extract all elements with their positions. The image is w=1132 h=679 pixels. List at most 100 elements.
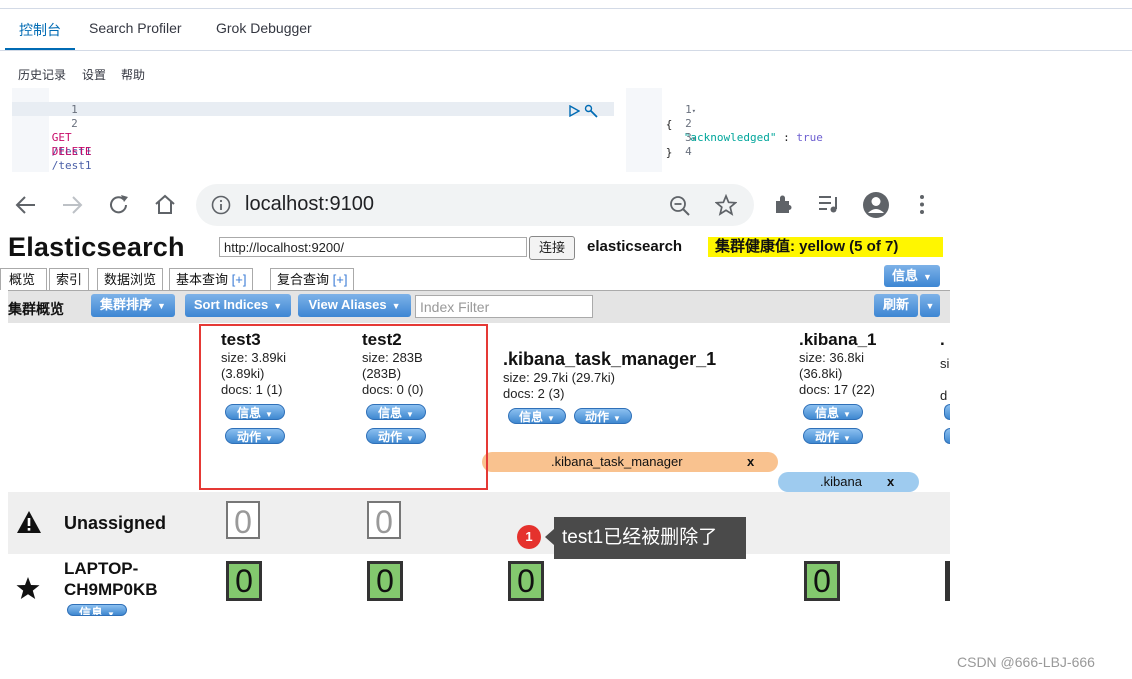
unassigned-row: Unassigned 0 0 [8,492,950,554]
caret-down-icon: ▼ [613,414,621,423]
json-key: "acknowledged" [683,131,777,144]
tab-label: 基本查询 [176,272,229,287]
bookmark-star-icon[interactable] [715,194,737,216]
index-info-button[interactable]: 信息 ▼ [803,404,863,420]
node-info-button[interactable]: 信息 ▼ [67,604,127,616]
unassigned-label: Unassigned [64,513,167,533]
assigned-shard-cutoff[interactable] [945,561,950,601]
menu-help[interactable]: 帮助 [121,66,145,83]
zoom-out-icon[interactable] [669,195,691,217]
master-node-star-icon [16,577,40,599]
index-filter-input[interactable]: Index Filter [415,295,593,318]
alias-remove-icon[interactable]: x [887,472,894,492]
index-action-button[interactable]: 动作 ▼ [574,408,632,424]
pill-label: 信息 [519,410,544,424]
sort-indices-button[interactable]: Sort Indices ▼ [185,294,291,317]
refresh-options-button[interactable]: ▼ [920,294,940,317]
caret-down-icon: ▼ [157,301,166,311]
menu-history[interactable]: 历史记录 [18,66,66,83]
tab-basic-query[interactable]: 基本查询 [+] [169,268,254,290]
alias-kibana[interactable]: .kibana x [778,472,919,492]
alias-remove-icon[interactable]: x [747,452,754,472]
tab-data-browser[interactable]: 数据浏览 [97,268,164,290]
assigned-shard[interactable]: 0 [367,561,403,601]
back-icon[interactable] [14,194,38,216]
tab-overview[interactable]: 概览 [0,268,47,290]
index-info-button[interactable] [944,404,950,420]
node-name: LAPTOP- CH9MP0KB [64,558,158,600]
index-info-button[interactable]: 信息 ▼ [508,408,566,424]
request-editor[interactable]: 1 GET /test1 2 DELETE /test1 [12,88,614,172]
tab-console[interactable]: 控制台 [19,20,61,40]
connect-url-input[interactable]: http://localhost:9200/ [219,237,527,257]
assigned-shard[interactable]: 0 [804,561,840,601]
index-docs: d [940,388,948,403]
tab-label: 数据浏览 [104,272,157,287]
index-action-button[interactable]: 动作 ▼ [803,428,863,444]
tab-search-profiler[interactable]: Search Profiler [89,20,182,36]
index-size: si [940,356,950,371]
node-name-line: LAPTOP- [64,559,139,578]
top-border [0,8,1132,9]
index-docs: docs: 2 (3) [503,386,565,401]
connect-button[interactable]: 连接 [529,236,575,260]
annotation-arrow [545,529,554,545]
response-line: 4 [626,131,692,158]
pill-label: 动作 [585,410,610,424]
forward-icon[interactable] [60,194,84,216]
cluster-name: elasticsearch [587,238,683,255]
button-label: View Aliases [308,297,387,312]
wrench-icon[interactable] [584,104,599,119]
overview-toolbar: 集群概览 集群排序 ▼ Sort Indices ▼ View Aliases ▼ I… [8,291,950,323]
caret-down-icon: ▼ [925,301,935,311]
button-label: 集群排序 [100,297,153,312]
index-action-button[interactable] [944,428,950,444]
extensions-icon[interactable] [772,192,796,216]
tabs-divider [0,50,1132,51]
kibana-dev-tools: 控制台 Search Profiler Grok Debugger 历史记录 设… [0,0,1132,172]
home-icon[interactable] [153,193,177,217]
response-line: 2 "acknowledged" : true [626,103,823,144]
tab-label: 索引 [56,272,83,287]
info-dropdown-button[interactable]: 信息 ▼ [884,265,940,287]
media-queue-icon[interactable] [817,193,841,215]
play-icon[interactable] [568,105,580,117]
request-line: 1 GET /test1 [12,89,92,158]
alias-kibana-task-manager[interactable]: .kibana_task_manager x [482,452,778,472]
unassigned-shard[interactable]: 0 [226,501,260,540]
button-label: Sort Indices [193,297,269,312]
request-line: 2 DELETE /test1 [12,103,92,172]
profile-avatar-icon[interactable] [862,191,890,219]
assigned-shard[interactable]: 0 [226,561,262,601]
info-icon[interactable] [211,195,231,215]
alias-name: .kibana [820,474,862,489]
index-card-kibana: .kibana_1 size: 36.8ki (36.8ki) docs: 17… [799,330,877,398]
index-card-kibana-task-manager: .kibana_task_manager_1 size: 29.7ki (29.… [503,349,716,402]
warning-icon [17,511,41,533]
tab-grok-debugger[interactable]: Grok Debugger [216,20,312,36]
assigned-shard[interactable]: 0 [508,561,544,601]
node-name-line: CH9MP0KB [64,580,158,599]
more-menu-icon[interactable] [914,193,930,217]
button-label: 信息 [892,268,919,283]
refresh-button[interactable]: 刷新 [874,294,918,317]
menu-settings[interactable]: 设置 [82,66,106,83]
highlight-box [199,324,488,490]
reload-icon[interactable] [107,193,131,217]
url-text[interactable]: localhost:9100 [245,193,374,216]
active-line-highlight [12,102,614,116]
address-bar[interactable]: localhost:9100 [196,184,754,226]
line-number: 2 [71,117,78,130]
response-panel: 1▾ { 2 "acknowledged" : true 3▾ } 4 [626,88,1132,172]
caret-down-icon: ▼ [391,301,401,311]
cluster-sort-button[interactable]: 集群排序 ▼ [91,294,175,317]
unassigned-shard[interactable]: 0 [367,501,401,540]
index-card-cutoff: . si d [940,330,950,404]
view-aliases-button[interactable]: View Aliases ▼ [298,294,411,317]
tab-label: 复合查询 [277,272,330,287]
fold-icon[interactable]: ▾ [692,135,696,143]
tab-indices[interactable]: 索引 [49,268,90,290]
pill-label: 动作 [815,430,840,444]
tab-compound-query[interactable]: 复合查询 [+] [270,268,355,290]
caret-down-icon: ▼ [547,414,555,423]
